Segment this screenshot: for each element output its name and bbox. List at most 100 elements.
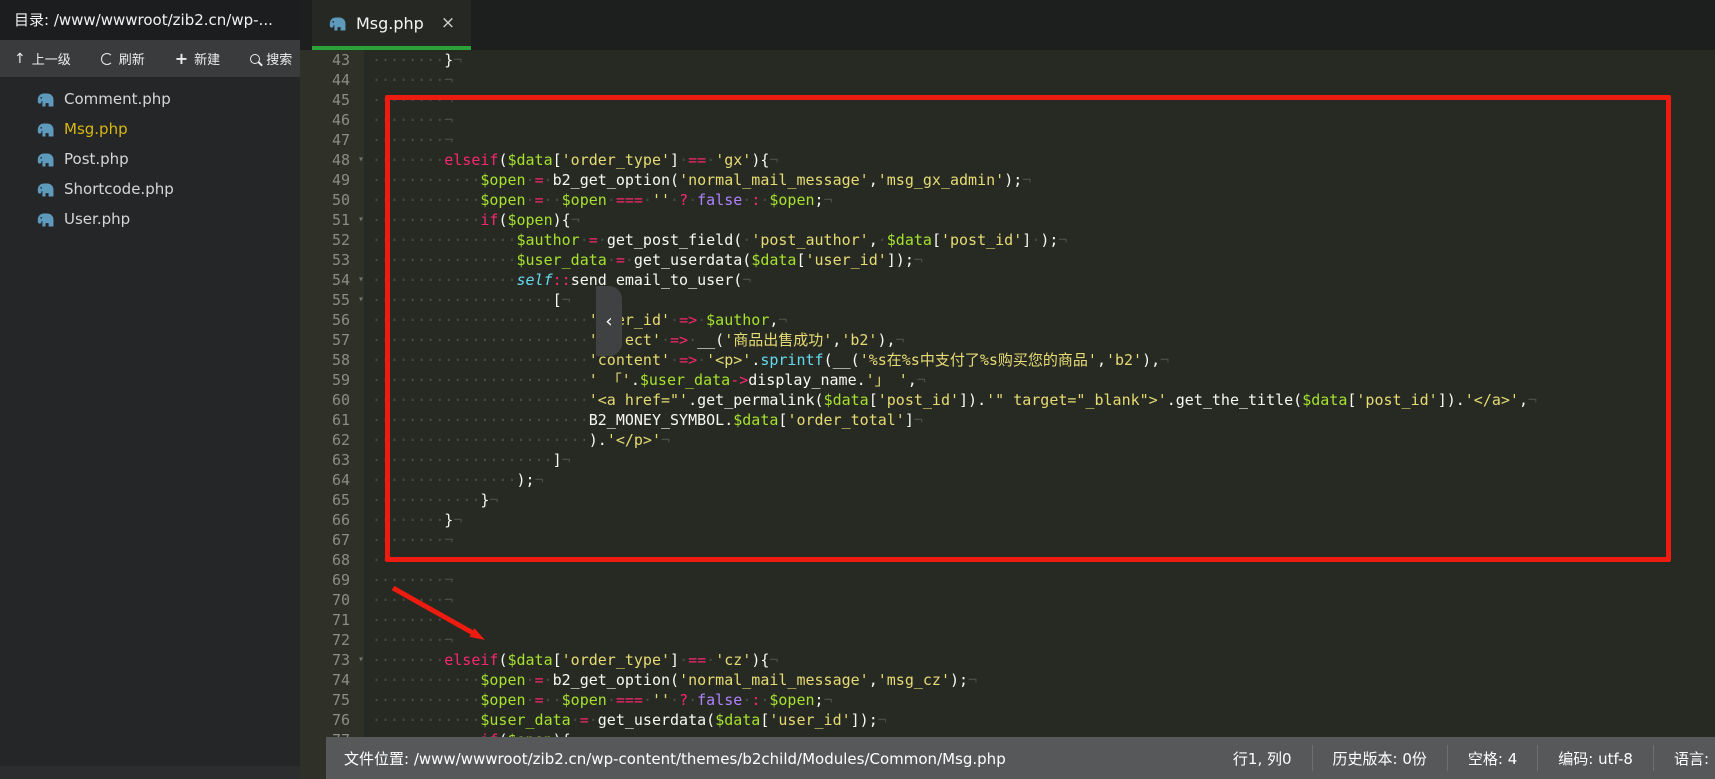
line-number[interactable]: 76 xyxy=(300,710,354,730)
line-number[interactable]: 72 xyxy=(300,630,354,650)
line-number[interactable]: 68 xyxy=(300,550,354,570)
code-line-59[interactable]: 59························' 「'.$user_dat… xyxy=(300,370,1715,390)
code-line-66[interactable]: 66········}¬ xyxy=(300,510,1715,530)
line-number[interactable]: 55 xyxy=(300,290,354,310)
code-line-74[interactable]: 74············$open·=·b2_get_option('nor… xyxy=(300,670,1715,690)
fold-toggle-icon[interactable]: ▾ xyxy=(354,150,368,170)
code-token: ¬ xyxy=(769,151,778,169)
code-token: [ xyxy=(796,251,805,269)
file-location: 文件位置: /www/wwwroot/zib2.cn/wp-content/th… xyxy=(326,748,1213,769)
code-line-53[interactable]: 53················$user_data·=·get_userd… xyxy=(300,250,1715,270)
line-number[interactable]: 56 xyxy=(300,310,354,330)
file-item-user-php[interactable]: User.php xyxy=(0,204,300,234)
line-number[interactable]: 62 xyxy=(300,430,354,450)
line-number[interactable]: 65 xyxy=(300,490,354,510)
code-token: ¬ xyxy=(562,451,571,469)
code-line-67[interactable]: 67········¬ xyxy=(300,530,1715,550)
sidebar-collapse-handle[interactable]: ‹ xyxy=(596,286,622,356)
code-line-73[interactable]: 73▾········elseif($data['order_type']·==… xyxy=(300,650,1715,670)
code-line-44[interactable]: 44········¬ xyxy=(300,70,1715,90)
line-number[interactable]: 48 xyxy=(300,150,354,170)
code-line-48[interactable]: 48▾········elseif($data['order_type']·==… xyxy=(300,150,1715,170)
code-line-49[interactable]: 49············$open·=·b2_get_option('nor… xyxy=(300,170,1715,190)
code-line-58[interactable]: 58························'content'·=>·'… xyxy=(300,350,1715,370)
code-line-60[interactable]: 60························'<a href="'.ge… xyxy=(300,390,1715,410)
line-number[interactable]: 52 xyxy=(300,230,354,250)
code-token: 'order_type' xyxy=(562,651,670,669)
code-line-68[interactable]: 68········¬ xyxy=(300,550,1715,570)
code-token: ············ xyxy=(372,491,480,509)
code-line-71[interactable]: 71········¬ xyxy=(300,610,1715,630)
fold-toggle-icon[interactable]: ▾ xyxy=(354,210,368,230)
code-line-72[interactable]: 72········¬ xyxy=(300,630,1715,650)
code-line-62[interactable]: 62························).'</p>'¬ xyxy=(300,430,1715,450)
line-number[interactable]: 71 xyxy=(300,610,354,630)
line-number[interactable]: 49 xyxy=(300,170,354,190)
line-number[interactable]: 44 xyxy=(300,70,354,90)
tab-close-icon[interactable]: × xyxy=(441,15,455,32)
line-number[interactable]: 43 xyxy=(300,50,354,70)
line-number[interactable]: 73 xyxy=(300,650,354,670)
line-number[interactable]: 45 xyxy=(300,90,354,110)
code-line-70[interactable]: 70········¬ xyxy=(300,590,1715,610)
fold-toggle-icon[interactable]: ▾ xyxy=(354,270,368,290)
code-line-76[interactable]: 76············$user_data·=·get_userdata(… xyxy=(300,710,1715,730)
code-token: , xyxy=(869,231,878,249)
line-number[interactable]: 64 xyxy=(300,470,354,490)
line-number[interactable]: 67 xyxy=(300,530,354,550)
fold-toggle-icon[interactable]: ▾ xyxy=(354,650,368,670)
up-level-button[interactable]: 上一级 xyxy=(14,49,71,68)
fold-spacer xyxy=(354,350,368,370)
line-number[interactable]: 66 xyxy=(300,510,354,530)
code-line-61[interactable]: 61························B2_MONEY_SYMBO… xyxy=(300,410,1715,430)
code-line-65[interactable]: 65············}¬ xyxy=(300,490,1715,510)
code-token: => xyxy=(679,311,697,329)
line-number[interactable]: 70 xyxy=(300,590,354,610)
line-number[interactable]: 50 xyxy=(300,190,354,210)
line-number[interactable]: 60 xyxy=(300,390,354,410)
code-line-46[interactable]: 46········¬ xyxy=(300,110,1715,130)
line-number[interactable]: 53 xyxy=(300,250,354,270)
code-line-63[interactable]: 63····················]¬ xyxy=(300,450,1715,470)
search-button[interactable]: 搜索 xyxy=(250,49,292,68)
code-line-52[interactable]: 52················$author·=·get_post_fie… xyxy=(300,230,1715,250)
code-line-43[interactable]: 43········}¬ xyxy=(300,50,1715,70)
code-token: b2_get_option( xyxy=(553,171,679,189)
line-number[interactable]: 47 xyxy=(300,130,354,150)
code-line-69[interactable]: 69········¬ xyxy=(300,570,1715,590)
refresh-button[interactable]: 刷新 xyxy=(101,49,145,68)
code-line-57[interactable]: 57························'object'·=>·__… xyxy=(300,330,1715,350)
code-line-64[interactable]: 64················);¬ xyxy=(300,470,1715,490)
file-item-shortcode-php[interactable]: Shortcode.php xyxy=(0,174,300,204)
line-number[interactable]: 51 xyxy=(300,210,354,230)
code-line-50[interactable]: 50············$open·=··$open·===·''·?·fa… xyxy=(300,190,1715,210)
line-number[interactable]: 63 xyxy=(300,450,354,470)
code-line-51[interactable]: 51▾············if($open){¬ xyxy=(300,210,1715,230)
fold-toggle-icon[interactable]: ▾ xyxy=(354,290,368,310)
line-number[interactable]: 75 xyxy=(300,690,354,710)
line-number[interactable]: 46 xyxy=(300,110,354,130)
line-number[interactable]: 59 xyxy=(300,370,354,390)
code-token: ················ xyxy=(372,231,517,249)
line-number[interactable]: 54 xyxy=(300,270,354,290)
code-line-54[interactable]: 54▾················self::send_email_to_u… xyxy=(300,270,1715,290)
code-line-45[interactable]: 45········¬ xyxy=(300,90,1715,110)
code-line-56[interactable]: 56························'user_id'·=>·$… xyxy=(300,310,1715,330)
code-token: · xyxy=(697,311,706,329)
line-number[interactable]: 57 xyxy=(300,330,354,350)
code-line-55[interactable]: 55▾····················[¬ xyxy=(300,290,1715,310)
code-token: ········ xyxy=(372,571,444,589)
line-number[interactable]: 74 xyxy=(300,670,354,690)
code-line-75[interactable]: 75············$open·=··$open·===·''·?·fa… xyxy=(300,690,1715,710)
new-file-button[interactable]: 新建 xyxy=(175,49,220,68)
line-number[interactable]: 69 xyxy=(300,570,354,590)
file-item-msg-php[interactable]: Msg.php xyxy=(0,114,300,144)
file-item-post-php[interactable]: Post.php xyxy=(0,144,300,174)
code-token: ¬ xyxy=(896,331,905,349)
tab-msg-php[interactable]: Msg.php × xyxy=(312,0,471,50)
code-line-47[interactable]: 47········¬ xyxy=(300,130,1715,150)
code-lines[interactable]: 43········}¬44········¬45········¬46····… xyxy=(300,50,1715,750)
line-number[interactable]: 61 xyxy=(300,410,354,430)
line-number[interactable]: 58 xyxy=(300,350,354,370)
file-item-comment-php[interactable]: Comment.php xyxy=(0,84,300,114)
